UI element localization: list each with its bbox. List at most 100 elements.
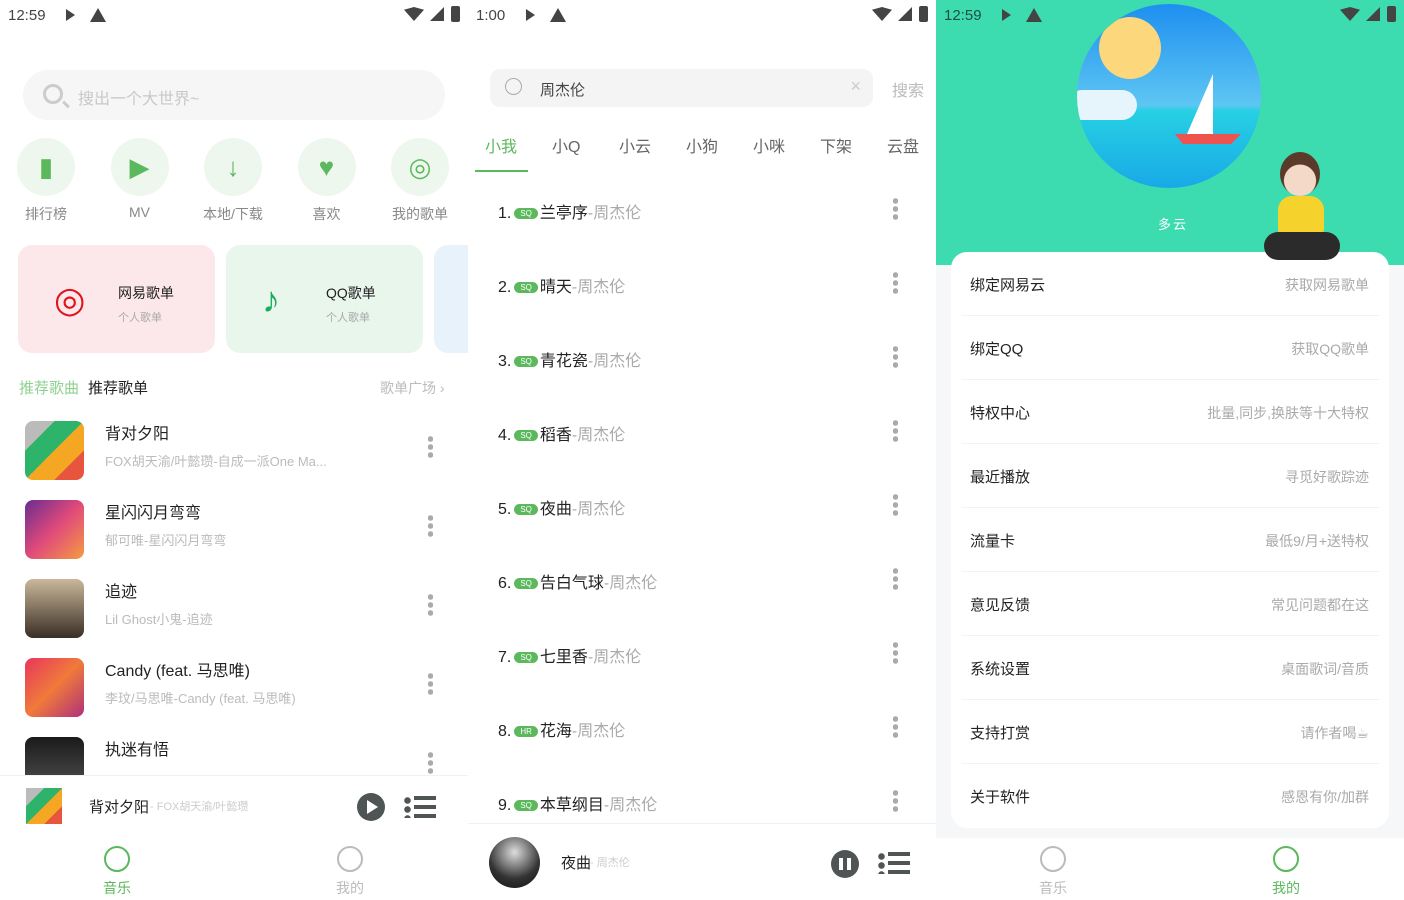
quality-badge: HR (514, 726, 538, 737)
weather-label: 多云 (1158, 217, 1189, 232)
tab-recommended-playlists[interactable]: 推荐歌单 (88, 377, 148, 398)
result-row[interactable]: 5. SQ 夜曲-周杰伦 (498, 495, 625, 519)
setting-label: 流量卡 (970, 533, 1016, 550)
warning-icon (1026, 8, 1042, 22)
more-icon[interactable] (428, 435, 433, 459)
more-icon[interactable] (893, 715, 898, 739)
mini-player[interactable]: 背对夕阳 - FOX胡天渝/叶懿瓒 (0, 775, 468, 835)
settings-row[interactable]: 最近播放 寻觅好歌踪迹 (961, 444, 1379, 508)
settings-row[interactable]: 流量卡 最低9/月+送特权 (961, 508, 1379, 572)
settings-row[interactable]: 特权中心 批量,同步,换肤等十大特权 (961, 380, 1379, 444)
mini-player[interactable]: 夜曲 - 周杰伦 (468, 823, 936, 900)
result-index: 8. (498, 723, 512, 740)
play-icon (367, 800, 378, 814)
play-button[interactable] (357, 793, 385, 821)
song-item[interactable]: 背对夕阳 FOX胡天渝/叶懿瓒-自成一派One Ma... (0, 421, 468, 500)
more-icon[interactable] (428, 514, 433, 538)
result-artist: -周杰伦 (571, 427, 626, 444)
setting-hint: 获取网易歌单 (1285, 277, 1369, 293)
nav-music[interactable]: 音乐 (1013, 846, 1093, 898)
tab-source[interactable]: 小狗 (686, 133, 718, 157)
quick-heart[interactable]: ♥ 喜欢 (292, 138, 362, 224)
more-icon[interactable] (428, 672, 433, 696)
result-row[interactable]: 8. HR 花海-周杰伦 (498, 717, 625, 741)
search-input[interactable]: 搜出一个大世界~ (23, 70, 445, 120)
settings-row[interactable]: 意见反馈 常见问题都在这 (961, 572, 1379, 636)
tab-source[interactable]: 小云 (619, 133, 651, 157)
settings-row[interactable]: 关于软件 感恩有你/加群 (961, 764, 1379, 828)
quick-label: 我的歌单 (392, 206, 448, 222)
bottom-nav: 音乐 我的 (0, 838, 468, 900)
tab-source[interactable]: 小Q (552, 133, 580, 157)
settings-row[interactable]: 系统设置 桌面歌词/音质 (961, 636, 1379, 700)
clear-icon[interactable]: × (850, 76, 861, 97)
setting-hint: 常见问题都在这 (1271, 597, 1369, 613)
signal-icon (430, 7, 444, 21)
playlist-card[interactable]: ♪ QQ歌单 个人歌单 (226, 245, 423, 353)
tab-recommended-songs[interactable]: 推荐歌曲 (19, 377, 79, 398)
quick-download-folder[interactable]: ↓ 本地/下载 (198, 138, 268, 224)
player-title: 夜曲 (561, 855, 592, 872)
song-title: Candy (feat. 马思唯) (105, 663, 250, 680)
nav-label: 我的 (1272, 880, 1300, 896)
result-artist: -周杰伦 (587, 649, 642, 666)
playlist-card[interactable]: ◎ 网易歌单 个人歌单 (18, 245, 215, 353)
playlist-icon[interactable] (404, 796, 436, 818)
song-subtitle: 郁可唯-星闪闪月弯弯 (105, 533, 227, 548)
setting-hint: 感恩有你/加群 (1281, 789, 1369, 805)
setting-hint: 寻觅好歌踪迹 (1285, 469, 1369, 485)
result-row[interactable]: 7. SQ 七里香-周杰伦 (498, 643, 641, 667)
result-title: 稻香 (539, 427, 572, 444)
quick-video[interactable]: ▶ MV (105, 138, 175, 220)
more-icon[interactable] (893, 493, 898, 517)
song-item[interactable]: 星闪闪月弯弯 郁可唯-星闪闪月弯弯 (0, 500, 468, 579)
settings-row[interactable]: 支持打赏 请作者喝☕ (961, 700, 1379, 764)
result-row[interactable]: 9. SQ 本草纲目-周杰伦 (498, 791, 657, 815)
quick-label: 排行榜 (25, 206, 67, 222)
more-icon[interactable] (893, 345, 898, 369)
more-icon[interactable] (428, 593, 433, 617)
tab-source[interactable]: 小咪 (753, 133, 785, 157)
tab-source[interactable]: 云盘 (887, 133, 919, 157)
settings-row[interactable]: 绑定QQ 获取QQ歌单 (961, 316, 1379, 380)
more-icon[interactable] (893, 271, 898, 295)
heart-icon: ♥ (297, 138, 356, 196)
song-item[interactable]: Candy (feat. 马思唯) 李玟/马思唯-Candy (feat. 马思唯… (0, 658, 468, 737)
signal-icon (898, 7, 912, 21)
setting-hint: 最低9/月+送特权 (1265, 533, 1369, 549)
tab-source[interactable]: 小我 (485, 133, 517, 157)
playlist-card[interactable] (434, 245, 468, 353)
result-row[interactable]: 1. SQ 兰亭序-周杰伦 (498, 199, 641, 223)
more-icon[interactable] (428, 751, 433, 775)
song-subtitle: Lil Ghost小鬼-追迹 (105, 612, 213, 627)
nav-mine[interactable]: 我的 (1246, 846, 1326, 898)
result-artist: -周杰伦 (571, 501, 626, 518)
quick-bar-chart[interactable]: ▮ 排行榜 (11, 138, 81, 224)
song-item[interactable]: 追迹 Lil Ghost小鬼-追迹 (0, 579, 468, 658)
more-icon[interactable] (893, 197, 898, 221)
song-subtitle: 李玟/马思唯-Candy (feat. 马思唯) (105, 691, 296, 706)
result-row[interactable]: 3. SQ 青花瓷-周杰伦 (498, 347, 641, 371)
result-row[interactable]: 2. SQ 晴天-周杰伦 (498, 273, 625, 297)
card-title: 网易歌单 (118, 285, 174, 301)
playlist-icon[interactable] (878, 852, 910, 874)
nav-mine[interactable]: 我的 (310, 846, 390, 898)
more-icon[interactable] (893, 641, 898, 665)
more-icon[interactable] (893, 419, 898, 443)
playlist-square-link[interactable]: 歌单广场 › (380, 378, 445, 398)
search-input[interactable]: 周杰伦 × (490, 69, 873, 107)
setting-label: 最近播放 (970, 469, 1031, 486)
quick-disc[interactable]: ◎ 我的歌单 (385, 138, 455, 224)
result-row[interactable]: 6. SQ 告白气球-周杰伦 (498, 569, 657, 593)
more-icon[interactable] (893, 567, 898, 591)
more-icon[interactable] (893, 789, 898, 813)
album-cover (25, 579, 84, 638)
album-cover (25, 421, 84, 480)
tab-source[interactable]: 下架 (820, 133, 852, 157)
pause-button[interactable] (831, 850, 859, 878)
nav-music[interactable]: 音乐 (77, 846, 157, 898)
result-artist: -周杰伦 (603, 575, 658, 592)
setting-label: 特权中心 (970, 405, 1031, 422)
search-button[interactable]: 搜索 (892, 77, 924, 101)
result-row[interactable]: 4. SQ 稻香-周杰伦 (498, 421, 625, 445)
